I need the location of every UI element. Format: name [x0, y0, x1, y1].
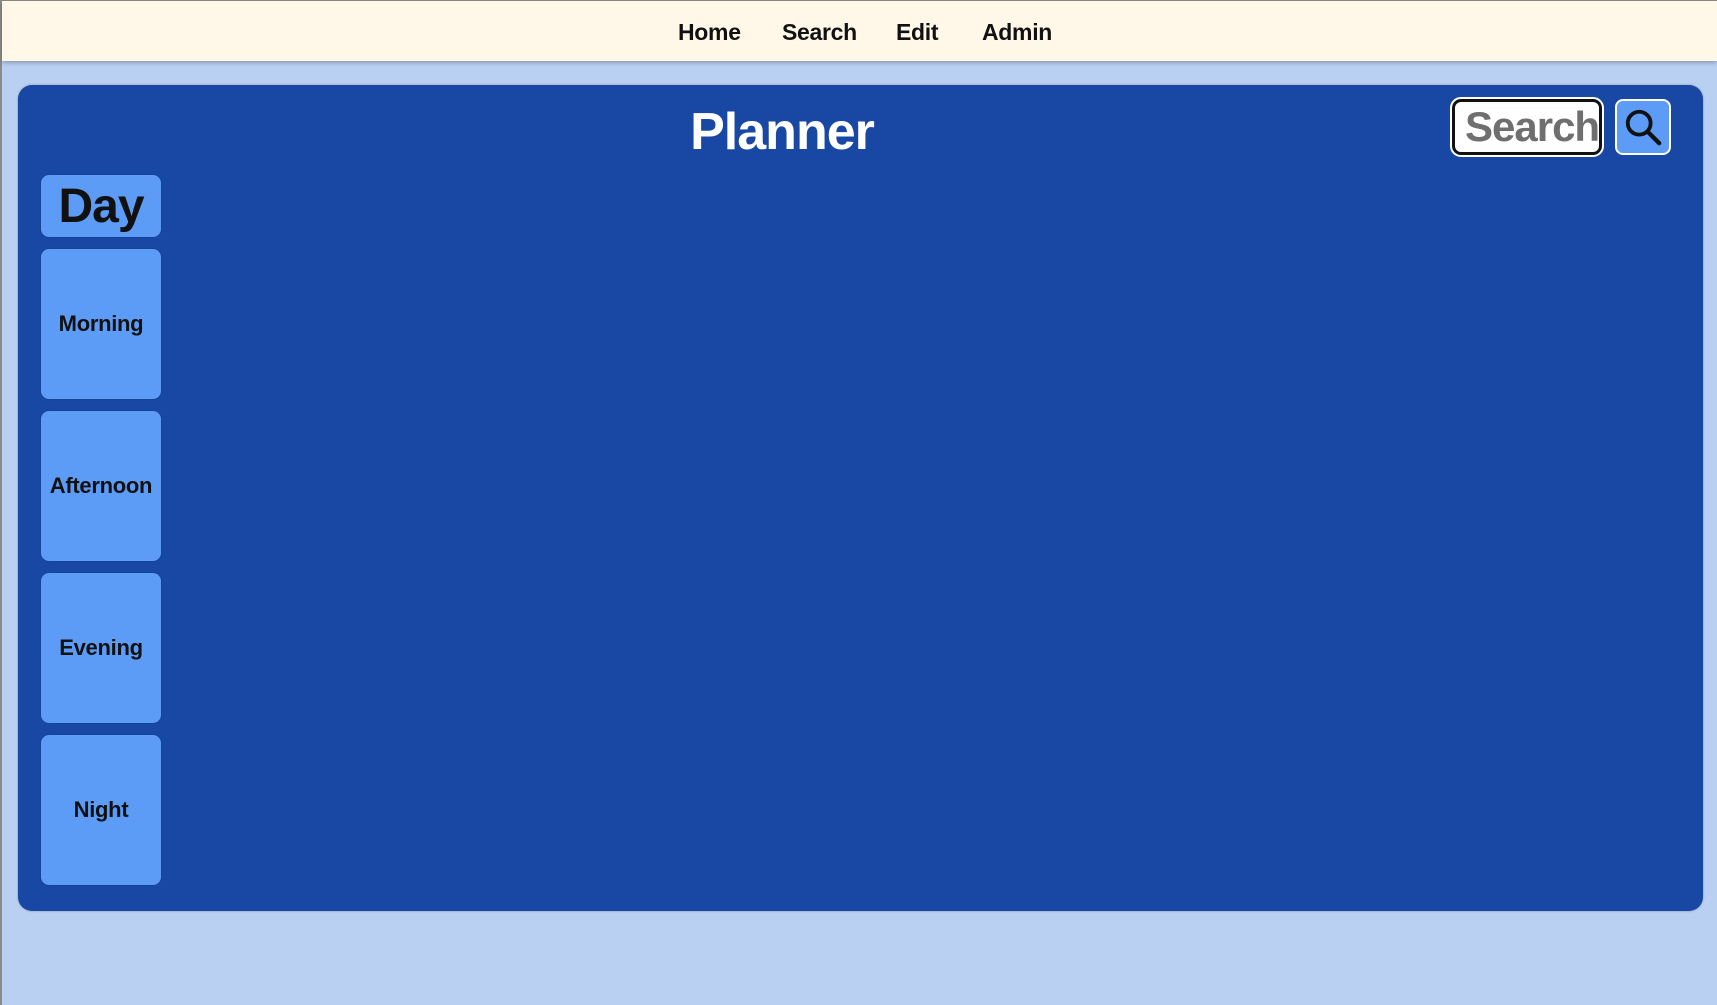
slot-label: Night [73, 797, 129, 822]
slot-label: Evening [59, 635, 143, 660]
search-icon [1625, 109, 1662, 146]
top-navigation: Home Search Edit Admin [2, 1, 1717, 61]
page-title: Planner [690, 103, 875, 161]
slot-morning[interactable]: Morning [41, 249, 161, 399]
nav-home-link[interactable]: Home [678, 17, 741, 47]
slot-night[interactable]: Night [41, 735, 161, 885]
search-input[interactable] [1450, 97, 1604, 157]
nav-search-link[interactable]: Search [782, 17, 857, 47]
planner-panel: Planner Day Morning Afternoon Evening Ni… [18, 85, 1703, 911]
slot-evening[interactable]: Evening [41, 573, 161, 723]
slot-label: Afternoon [49, 473, 153, 498]
search-button[interactable] [1615, 99, 1671, 155]
slot-afternoon[interactable]: Afternoon [41, 411, 161, 561]
nav-edit-link[interactable]: Edit [896, 17, 939, 47]
day-column-header: Day [41, 175, 161, 237]
slot-label: Morning [58, 311, 144, 336]
nav-admin-link[interactable]: Admin [982, 17, 1052, 47]
